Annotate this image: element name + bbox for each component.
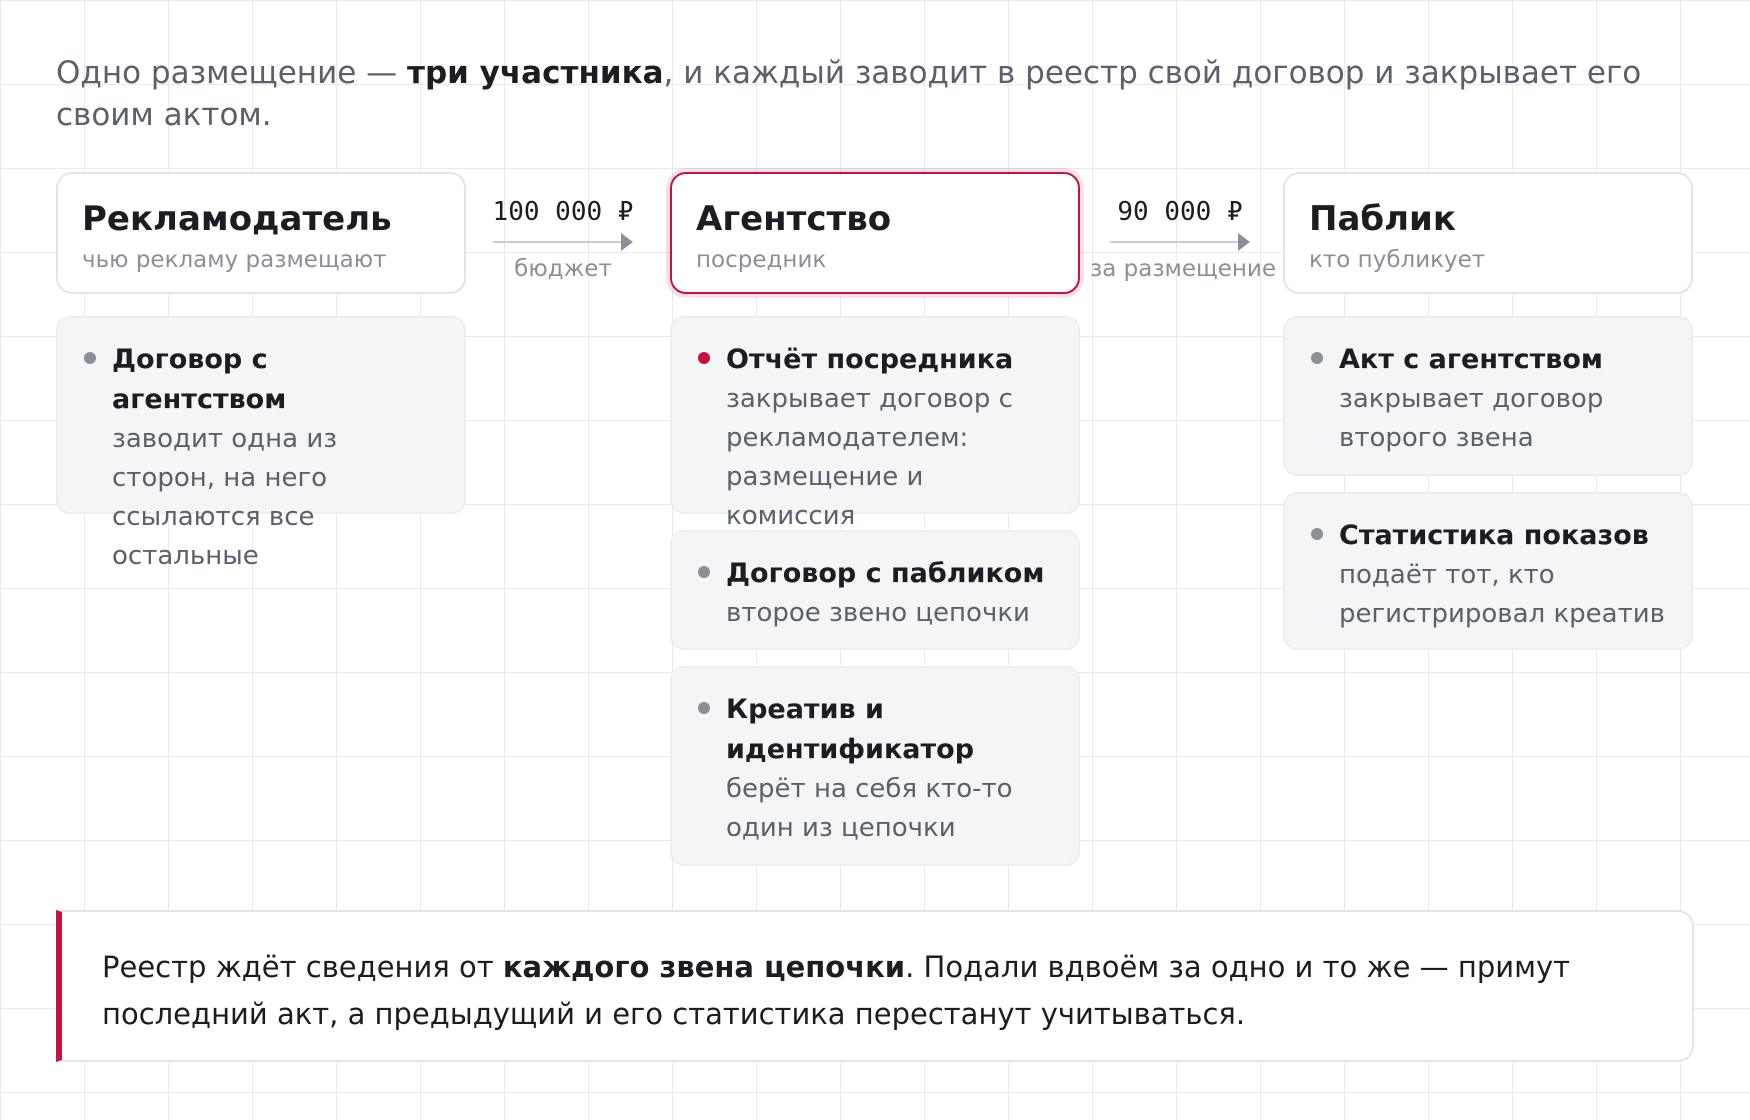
document-description: подаёт тот, кто регистрировал креатив [1339, 560, 1665, 629]
arrow-right-icon [1110, 230, 1250, 254]
document-item-agency-report: Отчёт посредника закрывает договор с рек… [670, 316, 1080, 531]
document-item-public-act: Акт с агентством закрывает договор второ… [1283, 316, 1693, 476]
participant-subtitle: кто публикует [1309, 247, 1486, 273]
document-item-advertiser-contract: Договор с агентством заводит одна из сто… [56, 316, 466, 571]
participant-title: Паблик [1309, 199, 1456, 239]
participant-subtitle: чью рекламу размещают [82, 247, 387, 273]
document-title: Договор с агентством [112, 344, 287, 415]
participant-subtitle: посредник [696, 247, 827, 273]
bullet-icon [84, 352, 96, 364]
document-item-agency-creative: Креатив и идентификатор берёт на себя кт… [670, 666, 1080, 866]
participant-title: Рекламодатель [82, 199, 392, 239]
flow-advertiser-to-agency: 100 000 ₽ бюджет [488, 196, 638, 284]
bullet-icon [698, 702, 710, 714]
registry-note-callout: Реестр ждёт сведения от каждого звена це… [56, 910, 1694, 1062]
participant-card-advertiser: Рекламодатель чью рекламу размещают [56, 172, 466, 294]
participants-diagram: Одно размещение — три участника, и кажды… [0, 0, 1750, 1120]
intro-text: Одно размещение — три участника, и кажды… [56, 52, 1696, 136]
document-description: закрывает договор второго звена [1339, 384, 1604, 453]
document-description: закрывает договор с рекламодателем: разм… [726, 384, 1013, 531]
participant-title: Агентство [696, 199, 892, 239]
bullet-icon [1311, 352, 1323, 364]
document-title: Договор с пабликом [726, 558, 1045, 589]
participant-card-public: Паблик кто публикует [1283, 172, 1693, 294]
flow-label: бюджет [514, 256, 612, 282]
participant-card-agency: Агентство посредник [670, 172, 1080, 294]
bullet-icon [1311, 528, 1323, 540]
flow-agency-to-public: 90 000 ₽ за размещение [1090, 196, 1277, 284]
document-item-public-stats: Статистика показов подаёт тот, кто регис… [1283, 492, 1693, 650]
intro-text-before: Одно размещение — [56, 55, 408, 91]
document-item-agency-public-contract: Договор с пабликом второе звено цепочки [670, 530, 1080, 650]
document-description: берёт на себя кто-то один из цепочки [726, 774, 1013, 843]
flow-amount: 100 000 ₽ [492, 197, 634, 227]
document-description: заводит одна из сторон, на него ссылаютс… [112, 424, 338, 571]
document-title: Креатив и идентификатор [726, 694, 975, 765]
intro-text-bold: три участника [407, 55, 664, 91]
document-title: Отчёт посредника [726, 344, 1014, 375]
document-description: второе звено цепочки [726, 598, 1030, 628]
arrow-right-icon [493, 230, 633, 254]
bullet-icon [698, 352, 710, 364]
flow-amount: 90 000 ₽ [1117, 197, 1243, 227]
document-title: Акт с агентством [1339, 344, 1603, 375]
note-text-before: Реестр ждёт сведения от [102, 950, 503, 984]
bullet-icon [698, 566, 710, 578]
note-text-bold: каждого звена цепочки [502, 950, 906, 984]
document-title: Статистика показов [1339, 520, 1649, 551]
flow-label: за размещение [1090, 256, 1277, 282]
